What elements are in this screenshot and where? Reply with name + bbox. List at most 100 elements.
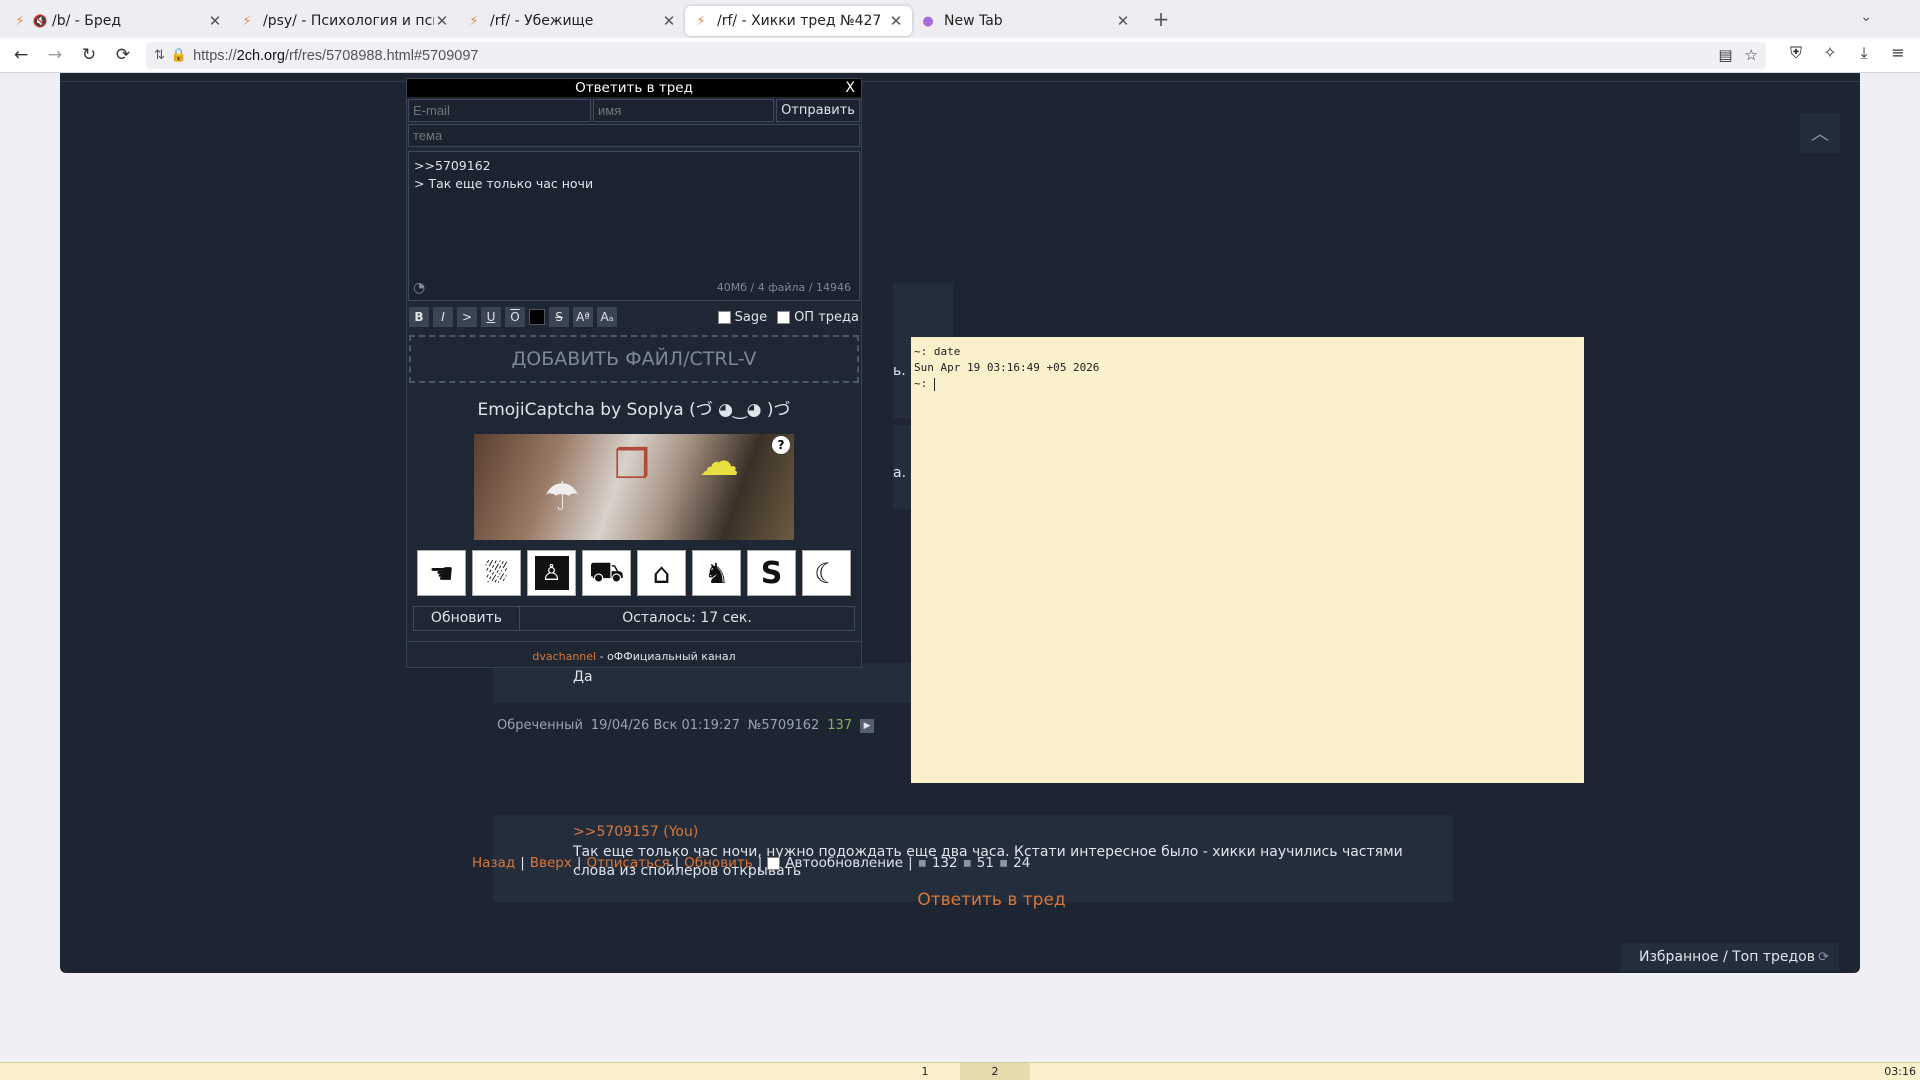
cloud-rain-emoji-button[interactable]: ⛆ xyxy=(472,550,521,596)
superscript-button[interactable]: Aª xyxy=(573,307,593,327)
captcha-help-button[interactable]: ? xyxy=(772,436,790,454)
tab-hikki-thread[interactable]: ⚡ /rf/ - Хикки тред №427 ✕ xyxy=(685,6,912,36)
spoiler-button[interactable] xyxy=(529,309,545,325)
favorites-box[interactable]: Избранное / Топ тредов ⟳ xyxy=(1621,943,1839,971)
captcha-controls: Обновить Осталось: 17 сек. xyxy=(413,606,855,631)
chevron-down-icon[interactable]: ⌄ xyxy=(1860,9,1872,25)
flash-icon: ⚡ xyxy=(469,13,479,29)
letter-s-emoji-button[interactable]: S xyxy=(747,550,796,596)
text-cursor xyxy=(933,377,935,391)
autoupdate-label: Автообновление xyxy=(785,855,904,871)
close-icon[interactable]: ✕ xyxy=(1115,12,1131,30)
mute-icon[interactable]: 🔇 xyxy=(32,13,48,29)
reload-icon[interactable]: ↻ xyxy=(72,40,106,70)
close-icon[interactable]: ✕ xyxy=(434,12,450,30)
firefox-icon: ● xyxy=(922,13,934,29)
new-tab-button[interactable]: + xyxy=(1149,7,1173,31)
footer-text: - оФФициальный канал xyxy=(596,650,736,663)
top-link[interactable]: Вверх xyxy=(530,855,572,871)
workspace-2[interactable]: 2 xyxy=(960,1063,1030,1080)
images-count: 51 xyxy=(976,855,994,871)
thread-nav: Назад | Вверх | Отписаться | Обновить | … xyxy=(472,855,1031,871)
reply-link[interactable]: >>5709157 (You) xyxy=(573,824,698,840)
back-link[interactable]: Назад xyxy=(472,855,515,871)
lock-icon[interactable]: 🔒 xyxy=(171,48,187,63)
tab-psy[interactable]: ⚡ /psy/ - Психология и психиатрия ✕ xyxy=(231,6,458,36)
back-icon[interactable]: ← xyxy=(4,40,38,70)
reader-icon[interactable]: ▤ xyxy=(1718,46,1732,64)
person-emoji-button[interactable]: ♙ xyxy=(527,550,576,596)
close-icon[interactable]: ✕ xyxy=(888,12,904,30)
bold-button[interactable]: B xyxy=(409,307,429,327)
menu-icon[interactable]: ≡ xyxy=(1886,43,1910,63)
reply-form-title-text: Ответить в тред xyxy=(575,80,693,96)
url-bar[interactable]: ⇅ 🔒 https://2ch.org/rf/res/5708988.html#… xyxy=(146,42,1766,69)
dolphin-emoji-button[interactable]: ☾ xyxy=(802,550,851,596)
flash-icon: ⚡ xyxy=(696,13,706,29)
underline-button[interactable]: U xyxy=(481,307,501,327)
autoupdate-checkbox[interactable] xyxy=(767,856,781,870)
tombstone-emoji-button[interactable]: ⌂ xyxy=(637,550,686,596)
email-field[interactable] xyxy=(408,99,591,122)
taskbar: 1 2 03:16 xyxy=(0,1062,1920,1080)
tab-title: /psy/ - Психология и психиатрия xyxy=(263,13,434,29)
close-icon[interactable]: ✕ xyxy=(661,12,677,30)
terminal-prompt-line: ~: xyxy=(914,376,1581,392)
hand-emoji-button[interactable]: ☚ xyxy=(417,550,466,596)
tab-title: /rf/ - Хикки тред №427 xyxy=(717,13,882,29)
forward-icon[interactable]: → xyxy=(38,40,72,70)
close-button[interactable]: X xyxy=(845,79,855,97)
tab-rf[interactable]: ⚡ /rf/ - Убежище ✕ xyxy=(458,6,685,36)
sage-checkbox[interactable] xyxy=(717,310,731,324)
shield-icon[interactable]: ⛨ xyxy=(1784,43,1808,63)
subscript-button[interactable]: Aₐ xyxy=(597,307,617,327)
message-line: >>5709162 xyxy=(414,158,491,173)
sync-icon[interactable]: ⟳ xyxy=(106,40,140,70)
unsubscribe-link[interactable]: Отписаться xyxy=(586,855,669,871)
clock-icon: ◔ xyxy=(413,280,426,296)
workspace-1[interactable]: 1 xyxy=(890,1063,960,1080)
refresh-link[interactable]: Обновить xyxy=(684,855,753,871)
sage-option[interactable]: Sage xyxy=(717,310,767,325)
captcha-refresh-button[interactable]: Обновить xyxy=(414,607,520,630)
play-icon[interactable]: ▶ xyxy=(860,718,875,733)
captcha-title: EmojiCaptcha by Soplya (づ ◕‿◕ )づ xyxy=(477,400,791,420)
url-text: https://2ch.org/rf/res/5708988.html#5709… xyxy=(193,47,479,64)
close-icon[interactable]: ✕ xyxy=(207,12,223,30)
captcha-image: ☂ ❒ ☁ ? xyxy=(474,434,794,540)
tab-new-tab[interactable]: ● New Tab ✕ xyxy=(912,6,1139,36)
quote-button[interactable]: > xyxy=(457,307,477,327)
op-option[interactable]: ОП треда xyxy=(777,310,859,325)
name-field[interactable] xyxy=(593,99,774,122)
strike-button[interactable]: S xyxy=(549,307,569,327)
tab-b[interactable]: ⚡ 🔇 /b/ - Бред ✕ xyxy=(4,6,231,36)
reply-in-thread-link[interactable]: Ответить в тред xyxy=(60,890,1860,910)
refresh-icon[interactable]: ⟳ xyxy=(1818,950,1829,965)
scroll-top-button[interactable]: ︿ xyxy=(1800,113,1840,153)
divider xyxy=(407,641,861,642)
post-text: Да xyxy=(573,669,593,685)
bookmark-star-icon[interactable]: ☆ xyxy=(1745,46,1758,64)
post-date: 19/04/26 Вск 01:19:27 xyxy=(590,718,740,733)
file-dropzone[interactable]: ДОБАВИТЬ ФАЙЛ/CTRL-V xyxy=(409,335,859,383)
permissions-icon[interactable]: ⇅ xyxy=(154,48,165,63)
italic-button[interactable]: I xyxy=(433,307,453,327)
subject-field[interactable] xyxy=(408,124,860,147)
terminal-window[interactable]: ~: date Sun Apr 19 03:16:49 +05 2026 ~: xyxy=(911,337,1584,783)
gorilla-emoji-button[interactable]: ♞ xyxy=(692,550,741,596)
extensions-icon[interactable]: ✧ xyxy=(1818,43,1842,63)
op-checkbox[interactable] xyxy=(777,310,791,324)
clock: 03:16 xyxy=(1884,1065,1916,1078)
divider xyxy=(60,81,1860,82)
car-emoji-button[interactable]: ⛟ xyxy=(582,550,631,596)
message-textarea[interactable]: >>5709162 > Так еще только час ночи ◔ 40… xyxy=(408,151,860,301)
post-number[interactable]: №5709162 xyxy=(748,718,819,733)
channel-link[interactable]: dvachannel xyxy=(532,650,596,663)
reply-form: Ответить в тред X Отправить >>5709162 > … xyxy=(406,78,862,668)
reply-form-title[interactable]: Ответить в тред X xyxy=(407,79,861,97)
comment-icon: ▪ xyxy=(917,855,927,871)
markup-toolbar: B I > U O S Aª Aₐ Sage ОП треда xyxy=(407,303,861,331)
overline-button[interactable]: O xyxy=(505,307,525,327)
submit-button[interactable]: Отправить xyxy=(776,99,860,122)
download-icon[interactable]: ⤓ xyxy=(1852,43,1876,63)
